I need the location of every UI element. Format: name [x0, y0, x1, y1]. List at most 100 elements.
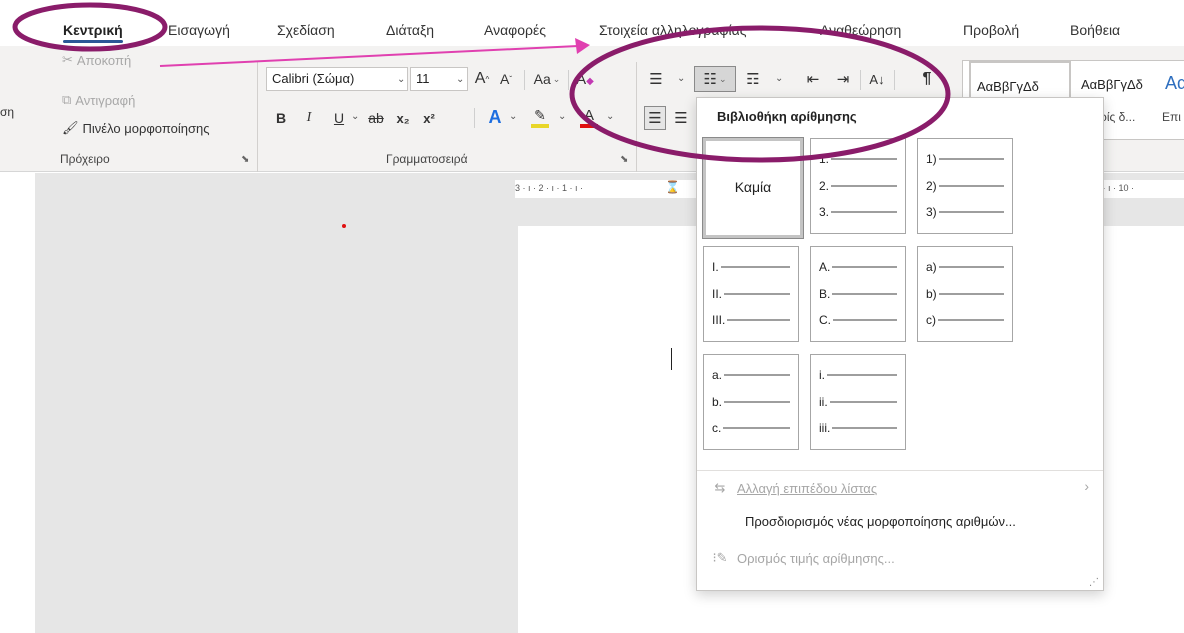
line-rule [831, 211, 897, 213]
tab-view[interactable]: Προβολή [963, 22, 1019, 38]
cut-label: Αποκοπή [76, 52, 132, 68]
decrease-indent-icon[interactable]: ⇤ [802, 68, 824, 90]
resize-grip-icon[interactable]: ⋰ [1089, 577, 1099, 588]
chevron-down-icon: ⌄ [718, 73, 727, 84]
text-cursor [671, 348, 672, 370]
tab-references[interactable]: Αναφορές [484, 22, 546, 38]
line-rule [832, 293, 897, 295]
list-marker: b. [712, 395, 723, 409]
list-line: a) [926, 257, 1004, 277]
subscript-button[interactable]: x₂ [392, 106, 414, 130]
clear-formatting-button[interactable]: A◆ [574, 68, 596, 90]
list-marker: II. [712, 287, 723, 301]
scissors-icon: ✂ [62, 52, 73, 67]
tab-home[interactable]: Κεντρική [63, 22, 123, 43]
numbering-library-title: Βιβλιοθήκη αρίθμησης [717, 109, 857, 124]
font-name-combo[interactable]: Calibri (Σώμα) [266, 67, 408, 91]
list-line: c. [712, 418, 790, 438]
grow-font-button[interactable]: A ^ [472, 68, 492, 90]
line-rule [831, 158, 897, 160]
tab-layout[interactable]: Διάταξη [386, 22, 434, 38]
list-line: 3) [926, 202, 1004, 222]
bold-button[interactable]: B [270, 106, 292, 130]
numbering-value-icon: ⁝✎ [712, 550, 728, 565]
line-rule [724, 293, 790, 295]
shrink-font-button[interactable]: Aˇ [496, 68, 516, 90]
cut-button[interactable]: ✂ Αποκοπή [62, 52, 131, 68]
tab-design[interactable]: Σχεδίαση [277, 22, 335, 38]
chevron-down-icon[interactable]: ⌄ [509, 111, 517, 122]
list-line: ii. [819, 392, 897, 412]
define-number-format-item[interactable]: Προσδιορισμός νέας μορφοποίησης αριθμών.… [745, 514, 1016, 529]
list-marker: A. [819, 260, 831, 274]
underline-button[interactable]: U [328, 106, 350, 130]
chevron-down-icon[interactable]: ⌄ [397, 74, 405, 85]
numbering-none-tile[interactable]: Καμία [702, 137, 804, 239]
numbering-tile-roman-lower[interactable]: i. ii. iii. [810, 354, 906, 450]
clipboard-launcher-icon[interactable]: ⬊ [241, 154, 249, 165]
change-list-level-item[interactable]: ⇆ Αλλαγή επιπέδου λίστας [711, 480, 878, 496]
chevron-down-icon[interactable]: ⌄ [456, 74, 464, 85]
line-rule [832, 427, 897, 429]
chevron-down-icon[interactable]: ⌄ [351, 111, 359, 122]
increase-indent-icon[interactable]: ⇥ [832, 68, 854, 90]
chevron-down-icon[interactable]: ⌄ [558, 111, 566, 122]
style-normal-caption: ρίς δ... [1100, 110, 1136, 124]
list-marker: a) [926, 260, 937, 274]
list-marker: 3. [819, 205, 830, 219]
text-effects-icon[interactable]: A [484, 104, 506, 130]
copy-label: Αντιγραφή [75, 92, 136, 108]
indent-marker-icon[interactable]: ⌛ [665, 180, 680, 194]
numbering-tile-alpha-lower-paren[interactable]: a) b) c) [917, 246, 1013, 342]
tab-insert[interactable]: Εισαγωγή [168, 22, 230, 38]
tab-review[interactable]: Αναθεώρηση [820, 22, 901, 38]
divider [894, 70, 895, 90]
sort-icon[interactable]: A↓ [866, 66, 888, 92]
bullets-icon[interactable]: ☰ [645, 68, 667, 90]
clipboard-group-label: Πρόχειρο [60, 152, 110, 166]
set-numbering-value-item[interactable]: ⁝✎ Ορισμός τιμής αρίθμησης... [711, 550, 894, 566]
numbering-button[interactable]: ☷ ⌄ [694, 66, 736, 92]
strikethrough-button[interactable]: ab [364, 106, 388, 130]
list-line: i. [819, 365, 897, 385]
multilevel-list-icon[interactable]: ☶ [742, 68, 764, 90]
list-marker: 1) [926, 152, 937, 166]
numbering-tile-alpha-lower-dot[interactable]: a. b. c. [703, 354, 799, 450]
list-marker: c) [926, 313, 936, 327]
line-rule [727, 319, 790, 321]
tab-mailings[interactable]: Στοιχεία αλληλογραφίας [599, 22, 746, 38]
chevron-down-icon[interactable]: ⌄ [677, 73, 685, 84]
numbering-library-dropdown: Βιβλιοθήκη αρίθμησης Καμία 1. 2. 3. 1) 2… [696, 97, 1104, 591]
line-rule [831, 185, 897, 187]
font-launcher-icon[interactable]: ⬊ [620, 154, 628, 165]
align-left-icon[interactable]: ☰ [644, 106, 666, 130]
numbering-tile-arabic-dot[interactable]: 1. 2. 3. [810, 138, 906, 234]
italic-button[interactable]: I [298, 106, 320, 130]
chevron-down-icon[interactable]: ⌄ [606, 111, 614, 122]
copy-button[interactable]: ⧉ Αντιγραφή [62, 92, 135, 108]
format-painter-button[interactable]: 🖌 Πινέλο μορφοποίησης [62, 120, 209, 136]
paste-button-label[interactable]: ση [0, 105, 14, 119]
line-rule [724, 374, 790, 376]
change-case-button[interactable]: Aa ⌄ [530, 68, 564, 90]
align-center-icon[interactable]: ☰ [670, 106, 692, 130]
list-level-icon: ⇆ [714, 480, 726, 495]
list-marker: i. [819, 368, 825, 382]
superscript-button[interactable]: x² [418, 106, 440, 130]
list-line: 1. [819, 149, 897, 169]
numbering-tile-arabic-paren[interactable]: 1) 2) 3) [917, 138, 1013, 234]
line-rule [827, 374, 897, 376]
font-color-button[interactable]: A [578, 104, 600, 130]
define-number-format-label: Προσδιορισμός νέας μορφοποίησης αριθμών.… [745, 514, 1016, 529]
list-line: b) [926, 284, 1004, 304]
numbering-tile-alpha-upper[interactable]: A. B. C. [810, 246, 906, 342]
highlight-color-button[interactable]: ✎ [528, 104, 552, 130]
list-line: 3. [819, 202, 897, 222]
divider [568, 70, 569, 90]
list-marker: 1. [819, 152, 830, 166]
pilcrow-icon[interactable]: ¶ [916, 66, 938, 92]
numbering-tile-roman-upper[interactable]: I. II. III. [703, 246, 799, 342]
tab-help[interactable]: Βοήθεια [1070, 22, 1120, 38]
chevron-down-icon[interactable]: ⌄ [775, 73, 783, 84]
line-rule [938, 293, 1004, 295]
